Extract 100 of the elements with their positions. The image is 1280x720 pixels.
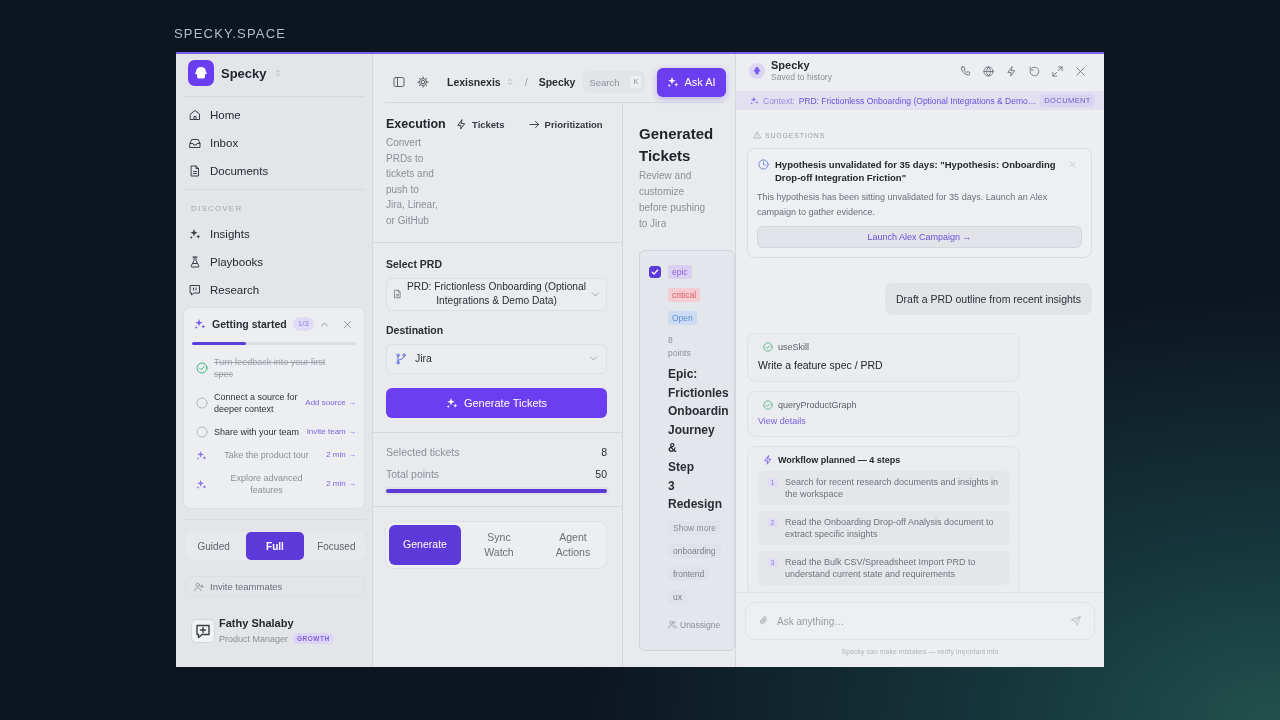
warning-icon [753,131,761,139]
field-label: Select PRD [386,257,444,271]
tool-result: Write a feature spec / PRD [758,359,884,371]
ticket-title: Epic: Frictionles Onboardin Journey & Step 3 Redesign [668,366,729,514]
invite-button[interactable]: Invite teammates [185,576,365,597]
sidebar-item[interactable]: Research [183,276,365,304]
task-label: Turn feedback into your first spec [214,356,327,380]
tab[interactable]: Sync Watch [463,524,535,565]
tab[interactable]: Agent Actions [537,524,609,565]
section-description: Convert PRDs to tickets and push to Jira, Linear, or GitHub [386,136,439,228]
chat-subtitle: Saved to history [771,72,832,83]
card-title: Getting started [212,318,287,330]
ticket-tag: critical [668,288,701,302]
action-link[interactable]: 2 min → [326,478,356,490]
suggestion-title: Hypothesis unvalidated for 35 days: "Hypothesis: Onboarding Drop-off Integration Friction" [775,158,1057,184]
task-checkbox[interactable] [196,362,208,374]
view-details-link[interactable]: View details [758,416,1009,426]
field-label: Destination [386,323,445,337]
speech-bubble-icon [189,284,201,296]
sidebar-item[interactable]: Insights [183,220,365,248]
step-text: Read the Onboarding Drop-off Analysis document to extract specific insights [785,516,995,540]
phone-icon[interactable] [960,65,971,77]
document-icon [393,289,402,300]
sparkles-icon [445,396,458,409]
tool-name: queryProductGraph [778,400,857,410]
stat-label: Selected tickets [386,444,460,460]
task-checkbox[interactable] [196,397,208,409]
breadcrumb-separator: / [524,76,528,88]
mode-option[interactable]: Focused [307,532,365,560]
users-icon [668,620,677,630]
send-icon[interactable] [1071,616,1081,626]
nav-link[interactable]: Prioritization [528,119,603,130]
ticket-tag: epic [668,265,692,279]
logo-icon [188,60,214,86]
mode-option[interactable]: Full [246,532,304,560]
lightning-icon[interactable] [1006,65,1017,77]
sidebar-item[interactable]: Documents [183,157,365,185]
tool-name: useSkill [778,342,809,352]
sparkles-icon [194,318,206,330]
assignee-text: Unassigne [680,619,721,630]
mode-option[interactable]: Guided [185,532,243,560]
lightning-icon [456,119,467,130]
ask-ai-button[interactable]: Ask AI [657,67,726,97]
sparkles-icon [750,96,759,105]
user-message: Draft a PRD outline from recent insights [885,283,1092,315]
sidebar-item[interactable]: Home [183,101,365,129]
chevron-up-icon[interactable] [320,319,329,329]
task-label: Share with your team [214,426,301,438]
arrow-right-icon [528,119,540,130]
context-value: PRD: Frictionless Onboarding (Optional Integrations & Demo… [798,95,1037,106]
user-role: Product Manager [219,633,289,644]
panel-title: Generated Tickets [639,124,715,166]
task-checkbox[interactable] [196,426,208,438]
stat-label: Total points [386,466,440,482]
sidebar-item[interactable]: Playbooks [183,248,365,276]
paperclip-icon[interactable] [758,615,769,626]
check-circle-icon [763,400,773,410]
progress-count: 1/3 [292,317,314,331]
prd-select[interactable]: PRD: Frictionless Onboarding (Optional Integrations & Demo Data) [386,277,607,311]
branch-icon [395,352,407,365]
expand-icon[interactable] [1052,65,1063,77]
destination-select[interactable]: Jira [386,343,607,374]
tour-label: Explore advanced features [229,472,304,496]
breadcrumb-link[interactable]: Lexisnexis [447,76,501,88]
ticket-checkbox[interactable] [649,266,661,278]
step-text: Search for recent research documents and insights in the workspace [785,476,1000,500]
action-link[interactable]: Invite team → [306,426,356,438]
chevron-down-icon [591,289,600,299]
generate-tickets-button[interactable]: Generate Tickets [386,387,607,418]
home-icon [189,109,201,121]
section-title: Execution [386,116,446,132]
tab[interactable]: Generate [389,524,461,565]
chat-title: Specky [771,59,811,72]
action-link[interactable]: Add source → [305,397,356,409]
action-link[interactable]: 2 min → [326,449,356,461]
breadcrumb-link[interactable]: Specky [538,76,576,88]
stat-value: 50 [595,466,607,482]
message-input[interactable]: Ask anything… [745,602,1095,640]
globe-icon[interactable] [983,65,994,77]
nav-link[interactable]: Tickets [456,119,505,130]
refresh-icon[interactable] [1029,65,1040,77]
site-caption: SPECKY.SPACE [174,26,287,42]
sparkles-icon [196,478,207,490]
sidebar-item[interactable]: Inbox [183,129,365,157]
sparkles-icon [196,449,207,461]
close-icon[interactable] [343,319,352,329]
stat-value: 8 [601,444,607,460]
assistant-avatar-icon [749,63,765,79]
sidebar-toggle-icon[interactable] [393,76,405,88]
panel-description: Review and customize before pushing to Jira [639,169,707,231]
message-plus-icon[interactable] [191,618,215,643]
launch-campaign-button[interactable]: Launch Alex Campaign → [757,226,1082,248]
flask-icon [189,256,201,268]
settings-icon[interactable] [417,76,429,88]
user-name: Fathy Shalaby [219,617,295,630]
workspace-name[interactable]: Specky [221,65,267,81]
lightning-icon [763,455,773,465]
close-icon[interactable] [1075,65,1086,77]
label-chip: frontend [668,566,710,581]
ticket-tag: Open [668,311,697,325]
